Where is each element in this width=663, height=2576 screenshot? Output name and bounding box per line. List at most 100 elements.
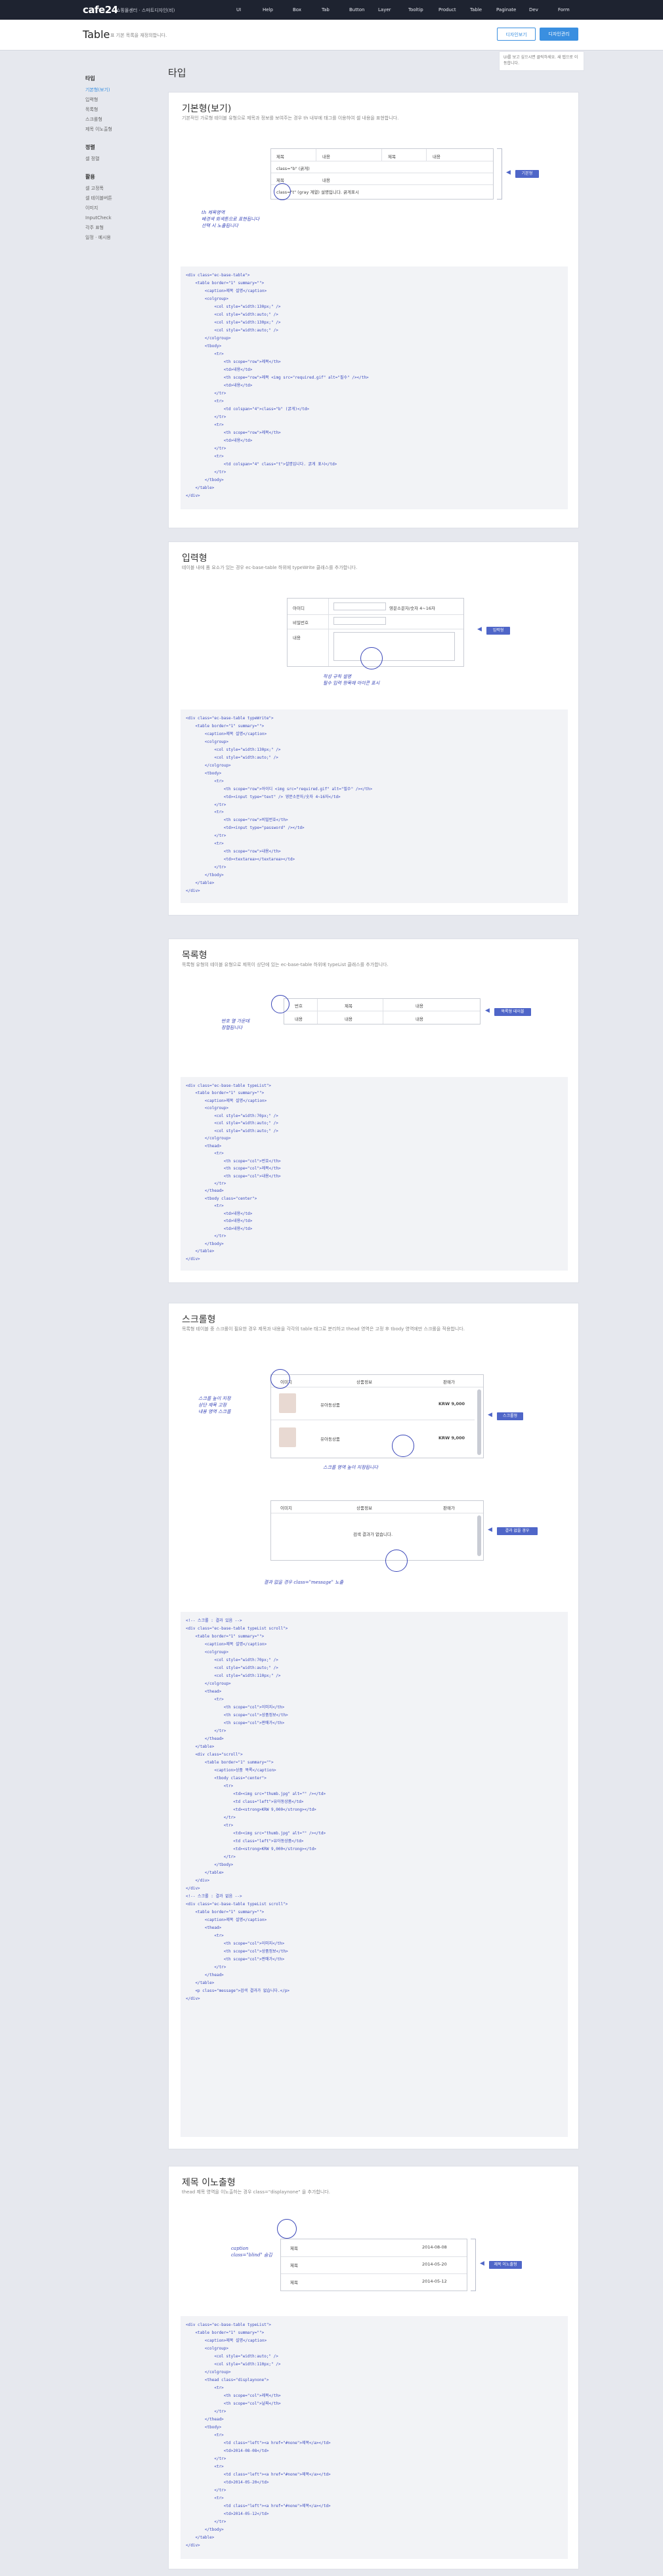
- code-line: <td>내용</td>: [186, 1211, 253, 1216]
- code-line: <col style="width:auto;" />: [186, 328, 278, 333]
- nav-link[interactable]: Layer: [378, 7, 391, 12]
- code-line: <th scope="col">판매가</th>: [186, 1957, 285, 1962]
- row-title[interactable]: 제목: [290, 2279, 298, 2285]
- code-line: <td colspan="4" class="t">설명입니다. 굵게 표시</…: [186, 462, 337, 467]
- demo-scroll-empty-table: 이미지 상품정보 판매가 검색 결과가 없습니다.: [270, 1500, 484, 1561]
- section-list: 목록형 목록형 유형의 테이블 유형으로 제목이 상단에 있는 ec-base-…: [168, 939, 579, 1283]
- sidebar-item[interactable]: 목록형: [85, 105, 164, 115]
- section-scroll: 스크롤형 목록형 테이블 중 스크롤이 필요한 경우 제목과 내용을 각각의 t…: [168, 1303, 579, 2149]
- page-description: 표 기본 목록을 재정의합니다.: [110, 33, 167, 38]
- sidebar-item[interactable]: 입력형: [85, 95, 164, 105]
- nav-link[interactable]: Paginate: [496, 7, 516, 12]
- demo-list-table: 번호 제목 내용 내용 내용 내용: [284, 998, 481, 1024]
- handwritten-note: 결과 없을 경우 class="message" 노출: [264, 1580, 344, 1585]
- nav-link[interactable]: Button: [349, 7, 364, 12]
- nav-link[interactable]: Dev: [529, 7, 538, 12]
- code-line: <th scope="row">내용</th>: [186, 849, 281, 855]
- annotation-circle: [277, 2219, 297, 2239]
- code-line: </thead>: [186, 1973, 224, 1977]
- th-product: 상품정보: [356, 1380, 372, 1385]
- code-line: </div>: [186, 494, 200, 498]
- product-name[interactable]: 유아동상품: [320, 1435, 340, 1442]
- code-line: <tr>: [186, 1823, 234, 1828]
- sidebar-item[interactable]: 셀 고정폭: [85, 184, 164, 194]
- code-line: <div class="ec-base-table typeList">: [186, 1084, 272, 1088]
- code-line: <caption>제목 설명</caption>: [186, 289, 267, 293]
- code-line: <th scope="col">이미지</th>: [186, 1941, 285, 1946]
- scrollbar[interactable]: [477, 1389, 481, 1455]
- code-line: </tr>: [186, 391, 226, 396]
- code-line: <tr>: [186, 352, 224, 356]
- code-line: <th scope="row">비밀번호</th>: [186, 818, 288, 823]
- code-line: <th scope="col">번호</th>: [186, 1158, 281, 1164]
- label-password: 비밀번호: [293, 620, 309, 625]
- scrollbar[interactable]: [477, 1515, 481, 1556]
- code-line: </tr>: [186, 1965, 226, 1970]
- row-title[interactable]: 제목: [290, 2262, 298, 2268]
- product-image: [279, 1427, 296, 1447]
- nav-link[interactable]: Tooltip: [408, 7, 423, 12]
- td-content-2: 내용: [433, 154, 440, 159]
- code-line: <col style="width:110px;" />: [186, 1674, 281, 1678]
- nav-link[interactable]: Tab: [322, 7, 330, 12]
- tag-input: 입력형: [486, 627, 510, 635]
- handwritten-note: 번호 열 가운데 정렬됩니다: [221, 1019, 250, 1030]
- row-date: 2014-05-20: [422, 2262, 447, 2267]
- code-line: <caption>제목 설명</caption>: [186, 2338, 267, 2343]
- content-textarea[interactable]: [333, 632, 455, 661]
- nav-link[interactable]: UI: [236, 7, 241, 12]
- row-title[interactable]: 제목: [290, 2245, 298, 2251]
- code-line: <th scope="col">이미지</th>: [186, 1705, 285, 1710]
- nav-link[interactable]: Product: [438, 7, 456, 12]
- code-line: <tr>: [186, 2464, 224, 2469]
- section-input: 입력형 테이블 내에 폼 요소가 있는 경우 ec-base-table 하위에…: [168, 541, 579, 916]
- code-line: <td class="left"><a href="#none">제목</a><…: [186, 2441, 331, 2445]
- page-header: Table 표 기본 목록을 재정의합니다. 디자인보기 디자인관리: [0, 20, 663, 51]
- code-line: </table>: [186, 486, 215, 490]
- code-line: </table>: [186, 1249, 215, 1254]
- th-product: 상품정보: [356, 1506, 372, 1511]
- design-manage-button[interactable]: 디자인관리: [540, 28, 578, 41]
- code-line: <tr>: [186, 841, 224, 847]
- label-id: 아이디: [293, 606, 305, 611]
- id-input[interactable]: [333, 602, 386, 610]
- sidebar-item[interactable]: 제목 이노출형: [85, 125, 164, 135]
- code-line: </thead>: [186, 2417, 224, 2422]
- code-line: <td><strong>KRW 9,000</strong></td>: [186, 1807, 316, 1812]
- nav-link[interactable]: Form: [558, 7, 570, 12]
- sidebar-item[interactable]: 셀 테이블버튼: [85, 194, 164, 203]
- code-line: <td class="left">유아동상품</td>: [186, 1800, 304, 1804]
- code-line: </tr>: [186, 1181, 226, 1186]
- nav-link[interactable]: Help: [263, 7, 273, 12]
- code-line: <tr>: [186, 1151, 224, 1156]
- sidebar-item[interactable]: 셀 정렬: [85, 154, 164, 164]
- code-line: <thead>: [186, 1143, 222, 1149]
- code-line: <th scope="col">날짜</th>: [186, 2401, 281, 2406]
- top-navigation-bar: cafe24 쇼핑몰센터 · 스마트디자인(비) UI Help Box Tab But…: [0, 0, 663, 20]
- arrow-icon: ◀: [488, 1527, 492, 1533]
- sidebar: 타입 기본형(보기) 입력형 목록형 스크롤형 제목 이노출형 정렬 셀 정렬 활용 셀 고정폭 셀…: [85, 66, 164, 243]
- code-line: <col style="width:70px;" />: [186, 1658, 278, 1662]
- code-line: <table border="1" summary="">: [186, 1091, 265, 1096]
- password-input[interactable]: [333, 617, 386, 625]
- page-title: Table: [83, 28, 110, 41]
- nav-link[interactable]: Table: [470, 7, 482, 12]
- code-line: </thead>: [186, 1737, 224, 1741]
- design-view-button[interactable]: 디자인보기: [497, 28, 536, 41]
- code-line: </tr>: [186, 446, 226, 451]
- sidebar-item[interactable]: 기본형(보기): [85, 85, 164, 95]
- code-line: <tr>: [186, 2386, 224, 2390]
- product-name[interactable]: 유아동상품: [320, 1401, 340, 1408]
- code-line: <td>2014-05-20</td>: [186, 2480, 269, 2485]
- nav-link[interactable]: Box: [293, 7, 301, 12]
- sidebar-item[interactable]: 스크롤형: [85, 115, 164, 125]
- code-line: </colgroup>: [186, 763, 231, 768]
- section-title: 제목 이노출형: [182, 2178, 236, 2188]
- sidebar-item[interactable]: 각주 표형: [85, 223, 164, 233]
- code-line: <tbody>: [186, 344, 222, 348]
- sidebar-item[interactable]: 이미지: [85, 203, 164, 213]
- code-input: <div class="ec-base-table typeWrite"> <t…: [181, 709, 568, 903]
- code-line: </tr>: [186, 2409, 226, 2414]
- sidebar-item[interactable]: 일정 · 예시용: [85, 233, 164, 243]
- sidebar-item[interactable]: InputCheck: [85, 213, 164, 223]
